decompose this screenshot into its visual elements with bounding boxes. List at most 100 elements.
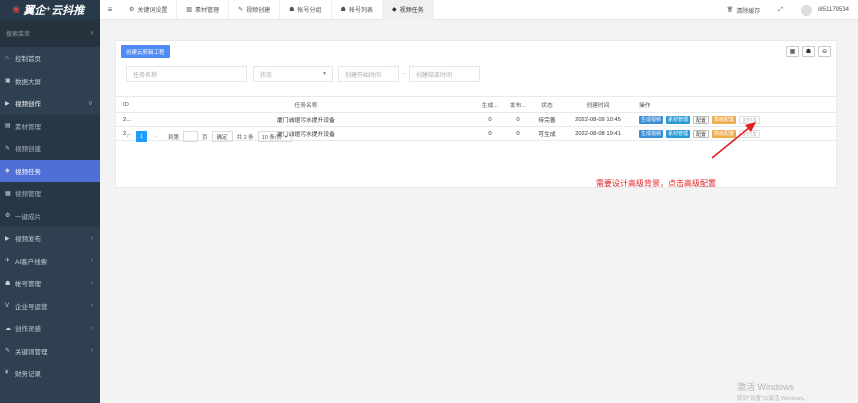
start-time-input[interactable]: 创建开始时间 xyxy=(338,66,399,82)
publish-icon: ▶ xyxy=(5,235,10,242)
sidebar-item-6[interactable]: ▦ 视频管理 xyxy=(0,182,100,205)
cell-published: 0 xyxy=(504,126,532,141)
page-size-label: 10 条/页 xyxy=(261,134,282,141)
image-icon: ▨ xyxy=(186,7,193,13)
cell-created: 2022-08-08 19:41 xyxy=(562,126,634,141)
sidebar-item-13[interactable]: ✎ 关键词管理 ‹ xyxy=(0,340,100,363)
sidebar-item-2[interactable]: ▶ 视频创作 ∨ xyxy=(0,92,100,115)
table-header-row: ID 任务名称 生成... 发布... 状态 创建时间 操作 xyxy=(116,96,836,113)
user-menu[interactable]: i851179534 xyxy=(792,4,858,16)
sidebar-item-9[interactable]: ✈ AI客户线索 ‹ xyxy=(0,250,100,273)
sidebar-item-1[interactable]: ▣ 数据大屏 xyxy=(0,70,100,93)
tab-2[interactable]: ✎ 视频创建 xyxy=(229,0,281,20)
sidebar-item-7[interactable]: ⚙ 一键成片 xyxy=(0,204,100,227)
sidebar: ❀ 翼企⁺云抖推 搜索菜单 ⌕ ⌂ 控制首页 ▣ 数据大屏 ▶ 视频创作 ∨ ▤ 素材管理 ✎ 视频… xyxy=(0,0,100,403)
tab-strip: ⚙ 关键词设置 ▨ 素材管理 ✎ 视频创建 ☗ 帐号分组 ☗ 帐号列表 ◆ 视频任务 xyxy=(120,0,434,20)
materials-button[interactable]: 素材管理 xyxy=(666,129,691,138)
chevron-icon: ‹ xyxy=(90,302,93,310)
create-project-button[interactable]: 创建云剪辑工程 xyxy=(121,45,170,58)
generate-video-button[interactable]: 生成视频 xyxy=(639,115,664,124)
tab-3[interactable]: ☗ 帐号分组 xyxy=(280,0,332,20)
chevron-down-icon: ▼ xyxy=(283,134,288,139)
sidebar-item-8[interactable]: ▶ 视频发布 ‹ xyxy=(0,227,100,250)
clear-cache-label: 清除缓存 xyxy=(736,8,761,15)
dashboard-icon: ⌂ xyxy=(5,55,9,62)
menu-search[interactable]: 搜索菜单 ⌕ xyxy=(0,20,100,47)
advanced-config-button[interactable]: 高级配置 xyxy=(712,129,737,138)
col-id[interactable]: ID xyxy=(116,96,136,113)
prev-page-button[interactable]: ‹ xyxy=(122,131,133,142)
filter-bar: 任务名称 状态 ▼ 创建开始时间 - 创建结束时间 xyxy=(126,66,480,82)
col-created[interactable]: 创建时间 xyxy=(562,96,634,113)
clear-cache-button[interactable]: 🗑 清除缓存 xyxy=(718,6,769,15)
sidebar-item-label: 视频任务 xyxy=(15,168,41,176)
logo[interactable]: ❀ 翼企⁺云抖推 xyxy=(0,0,100,20)
menu-search-input[interactable]: 搜索菜单 xyxy=(6,29,30,38)
logo-text: 翼企⁺云抖推 xyxy=(23,5,85,17)
pagination: ‹ 1 › 到第 页 确定 共 2 条 10 条/页 ▼ xyxy=(122,131,292,142)
username: i851179534 xyxy=(818,7,849,13)
sidebar-item-14[interactable]: ¥ 财务记录 xyxy=(0,362,100,385)
advanced-config-button[interactable]: 高级配置 xyxy=(712,115,737,124)
cell-task-name: 厦门诚煜污水提升设备 xyxy=(136,112,476,127)
sidebar-item-label: 视频管理 xyxy=(15,191,41,199)
page-size-select[interactable]: 10 条/页 ▼ xyxy=(257,131,292,142)
print-icon[interactable]: ⊖ xyxy=(818,46,831,57)
col-published[interactable]: 发布... xyxy=(504,96,532,113)
film-icon: ▦ xyxy=(5,190,11,197)
tag-icon: ◆ xyxy=(5,168,10,175)
sidebar-item-3[interactable]: ▤ 素材管理 xyxy=(0,114,100,137)
status-select[interactable]: 状态 ▼ xyxy=(253,66,333,82)
edit-icon: ✎ xyxy=(5,145,11,152)
search-icon[interactable]: ⌕ xyxy=(90,30,94,38)
tab-label: 视频创建 xyxy=(246,8,271,14)
user-icon: ☗ xyxy=(340,7,346,13)
schedule-publish-button[interactable]: 定时发 xyxy=(739,129,761,138)
tab-4[interactable]: ☗ 帐号列表 xyxy=(332,0,383,20)
sidebar-item-12[interactable]: ☁ 创作灵感 ‹ xyxy=(0,317,100,340)
config-button[interactable]: 配置 xyxy=(693,129,710,138)
sidebar-item-11[interactable]: V 企业号运营 ‹ xyxy=(0,295,100,318)
chevron-icon: ‹ xyxy=(90,324,93,332)
video-create-icon: ▶ xyxy=(5,100,10,107)
cell-actions: 生成视频 素材管理 配置 高级配置 定时发 xyxy=(634,112,836,127)
menu-toggle-icon[interactable]: ≡ xyxy=(100,5,120,14)
task-name-input[interactable]: 任务名称 xyxy=(126,66,247,82)
page-1-button[interactable]: 1 xyxy=(136,131,147,142)
sidebar-item-10[interactable]: ☗ 帐号管理 ‹ xyxy=(0,272,100,295)
fullscreen-icon[interactable]: ⤢ xyxy=(769,7,792,14)
col-status[interactable]: 状态 xyxy=(532,96,562,113)
col-task-name[interactable]: 任务名称 xyxy=(136,96,476,113)
tab-0[interactable]: ⚙ 关键词设置 xyxy=(120,0,178,20)
next-page-button[interactable]: › xyxy=(150,131,161,142)
user-icon: ☗ xyxy=(289,7,295,13)
cell-status: 待完善 xyxy=(532,112,562,127)
columns-icon[interactable]: ▦ xyxy=(786,46,799,57)
col-generated[interactable]: 生成... xyxy=(476,96,504,113)
finance-icon: ¥ xyxy=(5,370,9,377)
sidebar-item-4[interactable]: ✎ 视频创建 xyxy=(0,137,100,160)
keyword-icon: ✎ xyxy=(5,348,11,355)
goto-page-input[interactable] xyxy=(183,131,199,142)
end-time-input[interactable]: 创建结束时间 xyxy=(409,66,480,82)
sidebar-item-0[interactable]: ⌂ 控制首页 xyxy=(0,47,100,70)
sidebar-item-5[interactable]: ◆ 视频任务 xyxy=(0,159,100,182)
task-panel: 创建云剪辑工程 ▦ ☗ ⊖ 任务名称 状态 ▼ 创建开始时间 - 创建结束时间 … xyxy=(115,40,837,188)
sidebar-menu: ⌂ 控制首页 ▣ 数据大屏 ▶ 视频创作 ∨ ▤ 素材管理 ✎ 视频创建 ◆ 视频任务 ▦ 视频管理 ⚙ 一键成… xyxy=(0,47,100,385)
tab-label: 关键词设置 xyxy=(137,8,168,14)
tab-1[interactable]: ▨ 素材管理 xyxy=(177,0,230,20)
export-icon[interactable]: ☗ xyxy=(802,46,815,57)
cell-created: 2022-08-09 10:45 xyxy=(562,112,634,127)
materials-button[interactable]: 素材管理 xyxy=(666,115,691,124)
config-button[interactable]: 配置 xyxy=(693,115,710,124)
cell-id: 2... xyxy=(116,112,136,127)
generate-video-button[interactable]: 生成视频 xyxy=(639,129,664,138)
watermark-line-1: 激活 Windows xyxy=(737,382,795,392)
cell-status: 可生成 xyxy=(532,126,562,141)
goto-confirm-button[interactable]: 确定 xyxy=(211,131,233,142)
logo-mark-icon: ❀ xyxy=(12,4,21,16)
schedule-publish-button[interactable]: 定时发 xyxy=(739,115,761,124)
total-count: 共 2 条 xyxy=(236,134,254,141)
main-content: 创建云剪辑工程 ▦ ☗ ⊖ 任务名称 状态 ▼ 创建开始时间 - 创建结束时间 … xyxy=(100,20,858,403)
tab-5[interactable]: ◆ 视频任务 xyxy=(382,0,434,20)
